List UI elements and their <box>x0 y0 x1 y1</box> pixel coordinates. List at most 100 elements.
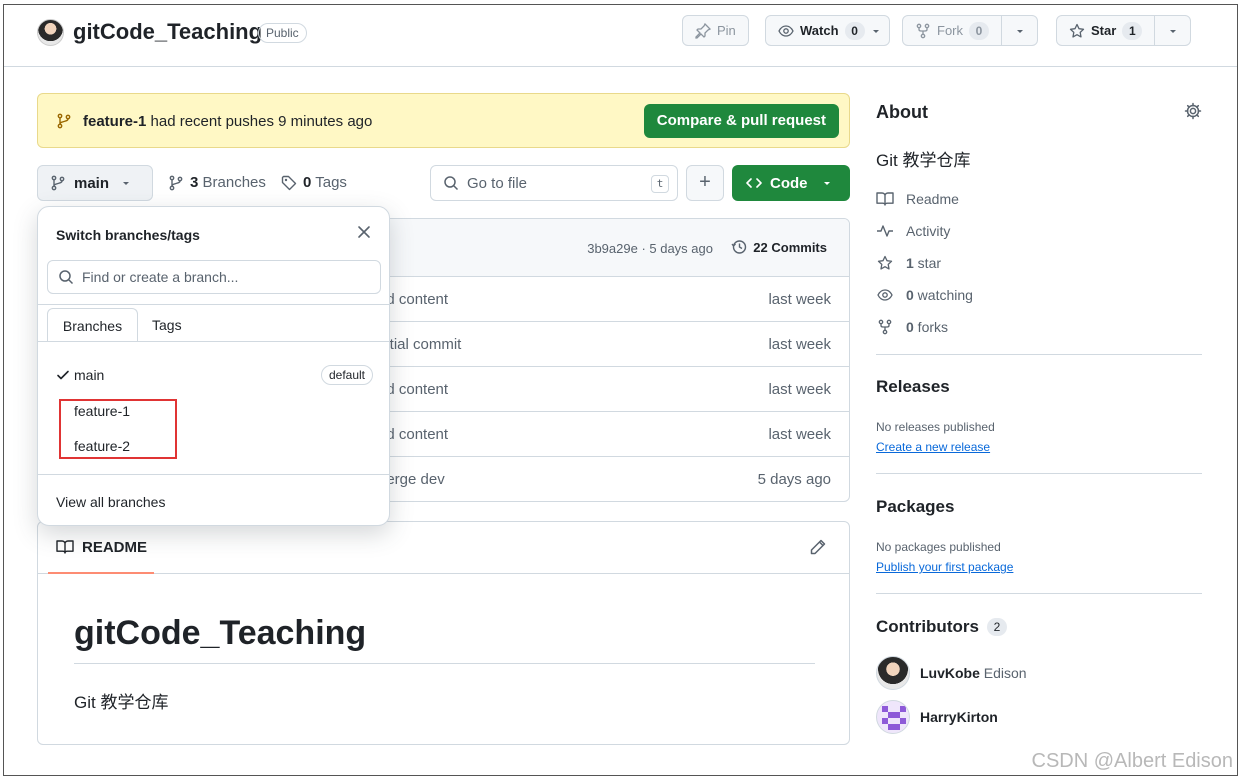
forks-count: 0 <box>906 319 914 335</box>
watch-button[interactable]: Watch 0 <box>765 15 890 46</box>
code-icon <box>746 178 762 188</box>
avatar[interactable] <box>876 700 910 734</box>
readme-tab[interactable]: README <box>48 522 154 574</box>
divider <box>876 473 1202 474</box>
search-icon <box>59 270 74 285</box>
watching-count: 0 <box>906 287 914 303</box>
contributors-count: 2 <box>986 618 1007 636</box>
readme-title: gitCode_Teaching <box>74 614 367 652</box>
create-release-link[interactable]: Create a new release <box>876 440 990 454</box>
fork-icon <box>916 23 930 38</box>
branch-selector[interactable]: main <box>37 165 153 201</box>
commits-link[interactable]: 22 Commits <box>731 239 827 255</box>
avatar[interactable] <box>876 656 910 690</box>
repo-description: Git 教学仓库 <box>876 151 971 170</box>
sidebar-item-watching[interactable]: 0 watching <box>876 287 973 303</box>
commit-meta[interactable]: 3b9a29e · 5 days ago <box>587 241 713 256</box>
fork-button[interactable]: Fork 0 <box>902 15 1038 46</box>
branches-link[interactable]: 3 Branches <box>168 174 266 191</box>
shortcut-key: t <box>651 175 669 193</box>
forks-label: forks <box>913 319 949 335</box>
releases-heading[interactable]: Releases <box>876 377 950 397</box>
chevron-down-icon <box>872 29 879 33</box>
stars-count: 1 <box>906 255 914 271</box>
branch-search-input[interactable]: Find or create a branch... <box>47 260 381 294</box>
contributor-name: Edison <box>983 665 1027 681</box>
branch-search-placeholder: Find or create a branch... <box>82 269 239 285</box>
pin-label: Pin <box>717 23 736 38</box>
chevron-down-icon <box>123 182 130 185</box>
contributor-login: LuvKobe <box>920 665 980 681</box>
tags-link[interactable]: 0 Tags <box>281 174 347 191</box>
fork-icon <box>878 319 892 335</box>
view-all-branches-link[interactable]: View all branches <box>56 494 165 510</box>
contributor-item[interactable]: HarryKirton <box>876 700 998 734</box>
compare-pull-request-button[interactable]: Compare & pull request <box>643 104 839 138</box>
browser-frame: gitCode_Teaching Public Pin Watch 0 Fork… <box>3 4 1238 776</box>
readme-divider <box>74 663 815 664</box>
recent-push-banner: feature-1 had recent pushes 9 minutes ag… <box>37 93 850 148</box>
file-commit-time: last week <box>768 291 831 308</box>
eye-icon <box>877 289 893 301</box>
tab-tags[interactable]: Tags <box>152 308 182 342</box>
tab-branches[interactable]: Branches <box>47 308 138 342</box>
branch-item-main[interactable]: main <box>56 367 104 383</box>
file-commit-message[interactable]: nitial commit <box>378 336 461 353</box>
branch-dropdown: Switch branches/tags Find or create a br… <box>37 206 390 526</box>
book-icon <box>56 540 74 554</box>
repo-name[interactable]: gitCode_Teaching <box>73 19 262 45</box>
tag-icon <box>281 175 297 190</box>
plus-icon: + <box>699 171 711 193</box>
banner-branch[interactable]: feature-1 <box>83 113 146 130</box>
star-count: 1 <box>1122 21 1143 40</box>
chevron-down-icon <box>1016 29 1023 33</box>
add-file-button[interactable]: + <box>686 165 724 201</box>
sidebar-item-label: Readme <box>906 191 959 207</box>
divider <box>876 593 1202 594</box>
pin-icon <box>695 22 711 39</box>
divider <box>38 474 389 475</box>
identicon-icon <box>882 706 906 730</box>
sidebar-item-stars[interactable]: 1 star <box>876 255 941 271</box>
sidebar-item-readme[interactable]: Readme <box>876 191 959 207</box>
code-label: Code <box>770 174 808 192</box>
file-commit-time: 5 days ago <box>757 471 831 488</box>
sidebar-item-activity[interactable]: Activity <box>876 223 950 239</box>
branches-label: Branches <box>198 174 266 191</box>
code-button[interactable]: Code <box>732 165 850 201</box>
star-button[interactable]: Star 1 <box>1056 15 1192 46</box>
visibility-badge: Public <box>258 23 307 43</box>
branch-icon <box>169 175 183 190</box>
gear-icon[interactable] <box>1184 102 1202 120</box>
branch-selector-label: main <box>74 174 110 192</box>
packages-empty-text: No packages published <box>876 540 1001 554</box>
branch-icon <box>57 113 71 129</box>
owner-avatar[interactable] <box>37 19 64 46</box>
releases-empty-text: No releases published <box>876 420 995 434</box>
sidebar-item-forks[interactable]: 0 forks <box>876 319 948 335</box>
go-to-file-placeholder: Go to file <box>467 174 528 192</box>
go-to-file-input[interactable]: Go to file t <box>430 165 678 201</box>
chevron-down-icon <box>823 182 830 185</box>
readme-body: Git 教学仓库 <box>74 693 169 712</box>
fork-dropdown[interactable] <box>1001 16 1037 45</box>
pin-button[interactable]: Pin <box>682 15 749 46</box>
star-dropdown[interactable] <box>1154 16 1190 45</box>
divider <box>876 354 1202 355</box>
divider <box>38 341 389 342</box>
star-label: Star <box>1091 23 1117 38</box>
eye-icon <box>778 24 794 37</box>
packages-heading[interactable]: Packages <box>876 497 954 517</box>
watching-label: watching <box>913 287 973 303</box>
book-icon <box>876 192 894 206</box>
close-icon[interactable] <box>357 225 371 239</box>
star-icon <box>877 255 893 270</box>
pencil-icon[interactable] <box>809 538 827 556</box>
contributors-heading[interactable]: Contributors 2 <box>876 617 1007 637</box>
publish-package-link[interactable]: Publish your first package <box>876 560 1013 574</box>
contributor-login: HarryKirton <box>920 709 998 725</box>
chevron-down-icon <box>1169 29 1176 33</box>
file-commit-time: last week <box>768 336 831 353</box>
readme-panel: README gitCode_Teaching Git 教学仓库 <box>37 521 850 745</box>
contributor-item[interactable]: LuvKobe Edison <box>876 656 1027 690</box>
